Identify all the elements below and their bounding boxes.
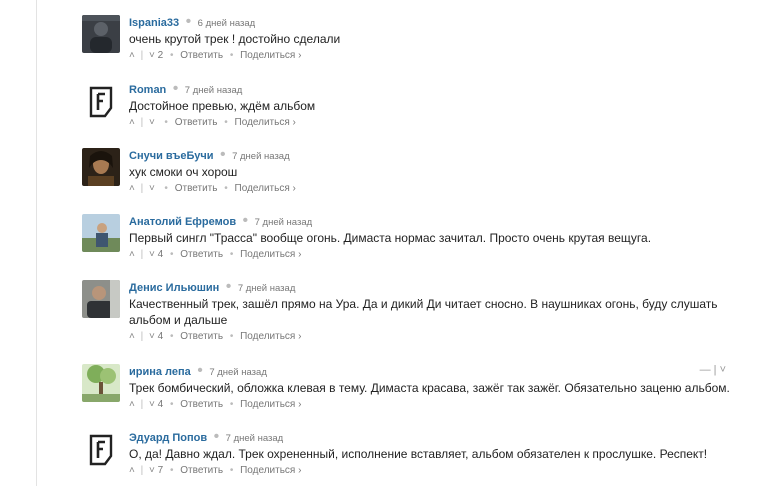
reply-link[interactable]: Ответить [180,49,223,63]
reply-link[interactable]: Ответить [175,182,218,196]
downvote-icon[interactable]: ˅ [149,464,155,478]
comment-text: хук смоки оч хорош [129,165,238,179]
upvote-icon[interactable]: ˄ [129,116,135,130]
avatar[interactable] [82,430,120,468]
author-name[interactable]: Денис Ильюшин [129,282,219,294]
downvote-icon[interactable]: ˅ [149,398,155,412]
vote-count: 4 [157,331,164,342]
separator-dot: • [197,362,203,379]
vote-count: 7 [157,465,164,476]
author-name[interactable]: Эдуард Попов [129,432,207,444]
comment-time[interactable]: 7 дней назад [185,85,243,96]
upvote-icon[interactable]: ˄ [129,248,135,262]
vote-count: 4 [157,399,164,410]
author-name[interactable]: Анатолий Ефремов [129,216,236,228]
reply-link[interactable]: Ответить [175,116,218,130]
comment-actions: ˄ | ˅ 4 • Ответить • Поделиться › [129,248,742,262]
separator-dot: • [169,249,174,260]
share-link[interactable]: Поделиться › [235,182,296,196]
vote-count: 2 [157,50,164,61]
separator-dot: • [172,80,179,97]
separator-dot: • [169,399,174,410]
upvote-icon[interactable]: ˄ [129,330,135,344]
comment-text: Трек бомбический, обложка клевая в тему.… [129,381,730,395]
share-link[interactable]: Поделиться › [240,330,301,344]
comments-panel: Ispania33 • 6 дней назад очень крутой тр… [0,0,769,486]
separator-dot: • [164,183,168,194]
comment-actions: ˄ | ˅ 4 • Ответить • Поделиться › [129,398,742,412]
vote-separator: | [140,399,144,410]
vote-separator: | [140,331,144,342]
reply-link[interactable]: Ответить [180,398,223,412]
vote-separator: | [140,117,144,128]
author-name[interactable]: Снучи въеБучи [129,150,214,162]
separator-dot: • [225,278,232,295]
comment-actions: ˄ | ˅ 4 • Ответить • Поделиться › [129,330,742,344]
downvote-icon[interactable]: ˅ [149,116,155,130]
vote-separator: | [140,50,144,61]
vote-separator: | [140,249,144,260]
separator-dot: • [169,331,174,342]
vote-count: 4 [157,249,164,260]
separator-dot: • [169,50,174,61]
downvote-icon[interactable]: ˅ [149,182,155,196]
share-link[interactable]: Поделиться › [240,398,301,412]
upvote-icon[interactable]: ˄ [129,398,135,412]
avatar[interactable] [82,82,120,120]
separator-dot: • [224,117,228,128]
separator-dot: • [220,146,226,163]
downvote-icon[interactable]: ˅ [149,330,155,344]
vote-separator: | [140,183,144,194]
reply-link[interactable]: Ответить [180,330,223,344]
author-name[interactable]: Ispania33 [129,17,179,29]
downvote-icon[interactable]: ˅ [149,49,155,63]
author-name[interactable]: Roman [129,84,166,96]
comment-time[interactable]: 7 дней назад [209,367,267,378]
downvote-icon[interactable]: ˅ [149,248,155,262]
comment-time[interactable]: 7 дней назад [255,217,313,228]
separator-dot: • [229,331,234,342]
reply-link[interactable]: Ответить [180,464,223,478]
separator-dot: • [229,50,234,61]
separator-dot: • [169,465,174,476]
comment-text: Достойное превью, ждём альбом [129,99,316,113]
separator-dot: • [224,183,228,194]
upvote-icon[interactable]: ˄ [129,182,135,196]
comment-menu-toggle[interactable]: — | ˅ [700,364,726,376]
separator-dot: • [185,13,192,30]
comment-actions: ˄ | ˅ 7 • Ответить • Поделиться › [129,464,742,478]
comment-time[interactable]: 6 дней назад [198,18,256,29]
comment-time[interactable]: 7 дней назад [226,433,284,444]
comment-actions: ˄ | ˅ • Ответить • Поделиться › [129,182,742,196]
share-link[interactable]: Поделиться › [235,116,296,130]
avatar[interactable] [82,364,120,402]
avatar[interactable] [82,280,120,318]
upvote-icon[interactable]: ˄ [129,464,135,478]
comment-actions: ˄ | ˅ • Ответить • Поделиться › [129,116,742,130]
separator-dot: • [242,212,249,229]
avatar[interactable] [82,214,120,252]
separator-dot: • [229,249,234,260]
upvote-icon[interactable]: ˄ [129,49,135,63]
share-link[interactable]: Поделиться › [240,248,301,262]
author-name[interactable]: ирина лепа [129,366,191,378]
share-link[interactable]: Поделиться › [240,49,301,63]
left-divider [36,0,37,486]
share-link[interactable]: Поделиться › [240,464,301,478]
avatar[interactable] [82,15,120,53]
comment-text: О, да! Давно ждал. Трек охрененный, испо… [129,447,708,461]
vote-separator: | [140,465,144,476]
comment-actions: ˄ | ˅ 2 • Ответить • Поделиться › [129,49,742,63]
separator-dot: • [229,399,234,410]
avatar[interactable] [82,148,120,186]
reply-link[interactable]: Ответить [180,248,223,262]
separator-dot: • [213,428,220,445]
separator-dot: • [164,117,168,128]
comment-time[interactable]: 7 дней назад [238,283,296,294]
comment-text: очень крутой трек ! достойно сделали [129,32,341,46]
separator-dot: • [229,465,234,476]
comment-time[interactable]: 7 дней назад [232,151,290,162]
comment-text: Первый сингл "Трасса" вообще огонь. Дима… [129,231,652,245]
comment-text: Качественный трек, зашёл прямо на Ура. Д… [129,297,718,327]
